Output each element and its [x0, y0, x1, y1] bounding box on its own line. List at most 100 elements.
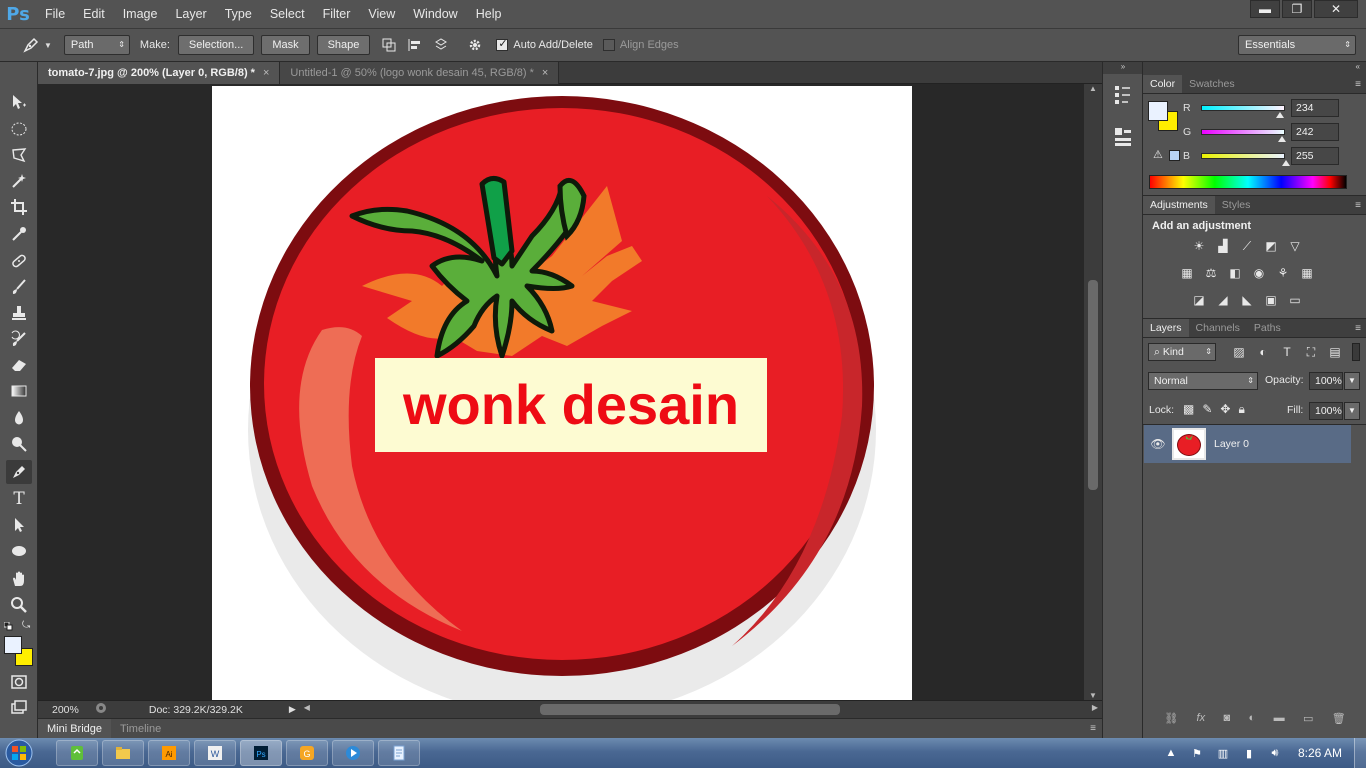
foreground-background-swatch[interactable]	[4, 636, 34, 666]
start-button[interactable]	[0, 738, 38, 768]
brightness-icon[interactable]: ☀	[1190, 239, 1208, 253]
tab-swatches[interactable]: Swatches	[1182, 75, 1242, 93]
make-mask-button[interactable]: Mask	[261, 35, 310, 55]
slider-g-value[interactable]: 242	[1291, 123, 1339, 141]
blend-mode-select[interactable]: Normal ⇕	[1148, 372, 1258, 390]
taskbar-app-illustrator[interactable]: Ai	[148, 740, 190, 766]
menu-select[interactable]: Select	[261, 0, 314, 28]
slider-b[interactable]: B 255	[1183, 147, 1339, 166]
color-balance-icon[interactable]: ⚖	[1202, 266, 1220, 280]
vertical-scrollbar[interactable]: ▲ ▼	[1084, 84, 1102, 700]
tab-mini-bridge[interactable]: Mini Bridge	[38, 718, 112, 739]
foreground-color-swatch[interactable]	[4, 636, 22, 654]
lock-pixels-icon[interactable]: ✎	[1202, 402, 1212, 417]
vertical-scroll-thumb[interactable]	[1088, 280, 1098, 490]
battery-icon[interactable]: ▮	[1240, 744, 1258, 762]
make-selection-button[interactable]: Selection...	[177, 35, 255, 55]
path-arrangement-icon[interactable]	[430, 34, 452, 56]
dodge-tool-icon[interactable]	[6, 432, 32, 456]
lock-transparent-icon[interactable]: ▩	[1183, 402, 1194, 417]
document-canvas[interactable]: wonk desain	[212, 86, 912, 700]
tab-color[interactable]: Color	[1143, 75, 1183, 93]
swap-colors-icon[interactable]: ⤿	[22, 620, 30, 631]
taskbar-app-notepad[interactable]	[378, 740, 420, 766]
move-tool-icon[interactable]	[6, 90, 32, 114]
taskbar-clock[interactable]: 8:26 AM	[1298, 746, 1342, 760]
scroll-right-icon[interactable]: ▶	[1092, 703, 1098, 712]
taskbar-app-recycle[interactable]	[56, 740, 98, 766]
taskbar-app-photoshop[interactable]: Ps	[240, 740, 282, 766]
blur-tool-icon[interactable]	[6, 406, 32, 430]
slider-r[interactable]: R 234	[1183, 99, 1339, 118]
tab-adjustments[interactable]: Adjustments	[1143, 196, 1215, 214]
status-menu-arrow-icon[interactable]: ▶	[289, 704, 296, 715]
color-fg-bg-swatch[interactable]	[1147, 100, 1181, 132]
quick-mask-icon[interactable]	[6, 670, 32, 694]
healing-brush-tool-icon[interactable]	[6, 249, 32, 273]
default-colors-icon[interactable]	[3, 621, 13, 631]
posterize-icon[interactable]: ◢	[1214, 293, 1232, 307]
tool-mode-select[interactable]: Path ⇕	[63, 35, 130, 55]
vibrance-icon[interactable]: ▽	[1286, 239, 1304, 253]
scroll-up-icon[interactable]: ▲	[1089, 84, 1097, 93]
lock-all-icon[interactable]: 🔒︎	[1238, 402, 1244, 417]
panel-menu-icon[interactable]: ≡	[1355, 75, 1361, 94]
filter-toggle-switch[interactable]	[1352, 343, 1360, 361]
selective-color-icon[interactable]: ▣	[1262, 293, 1280, 307]
pen-tool-icon[interactable]	[6, 460, 32, 484]
menu-view[interactable]: View	[359, 0, 404, 28]
layer-filter-kind[interactable]: ⌕ Kind ⇕	[1148, 343, 1216, 361]
zoom-tool-icon[interactable]	[6, 593, 32, 617]
eye-icon[interactable]: 👁︎	[1144, 437, 1172, 451]
restore-button[interactable]: ❐	[1282, 0, 1312, 18]
slider-g-track[interactable]	[1201, 129, 1286, 142]
menu-type[interactable]: Type	[216, 0, 261, 28]
slider-r-value[interactable]: 234	[1291, 99, 1339, 117]
slider-g[interactable]: G 242	[1183, 123, 1339, 142]
menu-image[interactable]: Image	[114, 0, 167, 28]
filter-smart-object-icon[interactable]: ▤	[1326, 345, 1344, 359]
path-selection-tool-icon[interactable]	[6, 513, 32, 537]
show-hidden-icons-icon[interactable]: ▲	[1162, 744, 1180, 762]
panel-menu-icon[interactable]: ≡	[1355, 319, 1361, 338]
channel-mixer-icon[interactable]: ⚘	[1274, 266, 1292, 280]
panel-menu-icon[interactable]: ≡	[1355, 196, 1361, 215]
slider-r-knob[interactable]	[1276, 112, 1284, 118]
new-layer-icon[interactable]: ▭	[1303, 712, 1313, 725]
tab-timeline[interactable]: Timeline	[111, 719, 170, 739]
collapse-panels-icon[interactable]: «	[1356, 62, 1360, 71]
slider-r-track[interactable]	[1201, 105, 1285, 118]
panel-menu-icon[interactable]: ≡	[1090, 723, 1096, 734]
flag-icon[interactable]: ⚑	[1188, 744, 1206, 762]
taskbar-app-word[interactable]: W	[194, 740, 236, 766]
horizontal-scrollbar[interactable]: ◀ ▶	[302, 701, 1102, 719]
threshold-icon[interactable]: ◣	[1238, 293, 1256, 307]
volume-icon[interactable]: 🔊︎	[1266, 744, 1284, 762]
tab-untitled[interactable]: Untitled-1 @ 50% (logo wonk desain 45, R…	[280, 62, 560, 84]
preset-dropdown-icon[interactable]: ▼	[44, 41, 52, 50]
filter-type-icon[interactable]: T	[1278, 345, 1296, 359]
path-operations-icon[interactable]	[378, 34, 400, 56]
taskbar-app-explorer[interactable]	[102, 740, 144, 766]
link-layers-icon[interactable]: ⛓	[1164, 712, 1178, 725]
color-lookup-icon[interactable]: ▦	[1298, 266, 1316, 280]
slider-g-knob[interactable]	[1278, 136, 1286, 142]
magic-wand-tool-icon[interactable]	[6, 169, 32, 193]
new-adjustment-icon[interactable]: ◐	[1249, 712, 1256, 724]
pen-tool-preset-icon[interactable]	[20, 34, 42, 56]
zoom-level[interactable]: 200%	[52, 704, 79, 716]
network-icon[interactable]: ▥	[1214, 744, 1232, 762]
photo-filter-icon[interactable]: ◉	[1250, 266, 1268, 280]
status-info-icon[interactable]	[95, 702, 107, 717]
scroll-left-icon[interactable]: ◀	[304, 703, 310, 712]
shape-tool-icon[interactable]	[6, 539, 32, 563]
filter-pixel-icon[interactable]: ▨	[1230, 345, 1248, 359]
black-white-icon[interactable]: ◧	[1226, 266, 1244, 280]
hue-saturation-icon[interactable]: ▦	[1178, 266, 1196, 280]
fill-dropdown-icon[interactable]: ▼	[1344, 402, 1360, 420]
eyedropper-tool-icon[interactable]	[6, 222, 32, 246]
type-tool-icon[interactable]: T	[6, 487, 32, 511]
close-tab-icon[interactable]: ×	[263, 67, 269, 79]
filter-shape-icon[interactable]: ⛶	[1302, 345, 1320, 359]
align-edges-checkbox[interactable]	[602, 39, 615, 51]
